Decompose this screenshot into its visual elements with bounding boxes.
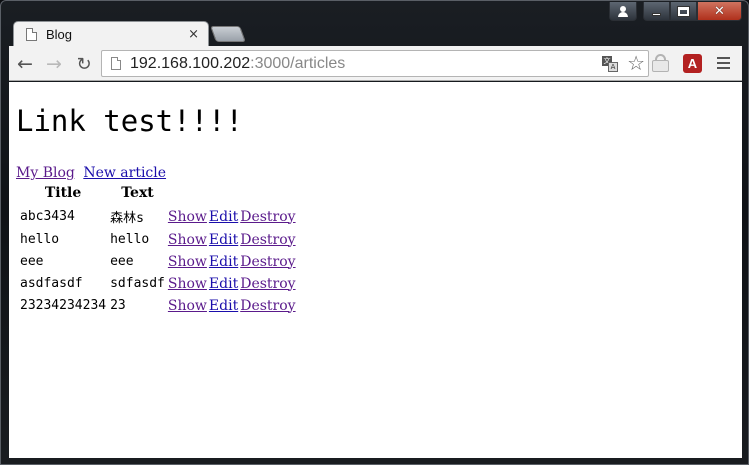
edit-link[interactable]: Edit xyxy=(209,276,238,292)
article-title-cell: eee xyxy=(20,254,44,269)
show-link[interactable]: Show xyxy=(168,254,207,270)
show-link[interactable]: Show xyxy=(168,232,207,248)
back-button[interactable]: ← xyxy=(13,52,37,76)
column-header-actions xyxy=(208,184,239,205)
star-icon[interactable]: ☆ xyxy=(627,52,645,74)
user-icon xyxy=(618,5,628,17)
table-header-row: Title Text xyxy=(18,184,297,205)
minimize-button[interactable] xyxy=(643,2,670,21)
column-header-title: Title xyxy=(44,185,82,201)
menu-icon[interactable] xyxy=(717,57,730,69)
article-title-cell: hello xyxy=(20,232,60,247)
new-tab-button[interactable] xyxy=(210,26,246,42)
articles-table: Title Text abc3434 森林s Show Edit Destroy… xyxy=(18,184,297,317)
table-row: 23234234234 23 Show Edit Destroy xyxy=(18,295,297,317)
user-button[interactable] xyxy=(609,2,637,21)
reload-button[interactable]: ↻ xyxy=(72,52,96,76)
page-title: Link test!!!! xyxy=(16,104,243,138)
article-text-cell: 森林s xyxy=(110,211,144,226)
article-text-cell: eee xyxy=(110,254,134,269)
lock-extension-icon[interactable] xyxy=(652,54,669,72)
destroy-link[interactable]: Destroy xyxy=(240,232,295,248)
table-row: asdfasdf sdfasdf Show Edit Destroy xyxy=(18,273,297,295)
maximize-icon xyxy=(677,5,690,17)
url-host: 192.168.100.202 xyxy=(130,54,251,72)
destroy-link[interactable]: Destroy xyxy=(240,254,295,270)
table-row: abc3434 森林s Show Edit Destroy xyxy=(18,205,297,229)
tab-title: Blog xyxy=(46,27,73,42)
browser-window: ✕ Blog × ← → ↻ 192.168.100.202:3000/arti… xyxy=(0,0,749,465)
tab-blog[interactable]: Blog × xyxy=(13,21,209,47)
tab-close-icon[interactable]: × xyxy=(188,27,199,42)
page-content: Link test!!!! My Blog New article Title … xyxy=(9,82,742,458)
destroy-link[interactable]: Destroy xyxy=(240,209,295,225)
article-text-cell: 23 xyxy=(110,298,126,313)
new-article-link[interactable]: New article xyxy=(83,165,166,181)
show-link[interactable]: Show xyxy=(168,276,207,292)
edit-link[interactable]: Edit xyxy=(209,232,238,248)
window-caption-buttons: ✕ xyxy=(609,2,742,22)
article-title-cell: asdfasdf xyxy=(20,276,83,291)
destroy-link[interactable]: Destroy xyxy=(240,276,295,292)
article-title-cell: abc3434 xyxy=(20,209,75,224)
show-link[interactable]: Show xyxy=(168,298,207,314)
article-text-cell: sdfasdf xyxy=(110,276,165,291)
page-icon xyxy=(26,28,37,41)
edit-link[interactable]: Edit xyxy=(209,298,238,314)
my-blog-link[interactable]: My Blog xyxy=(16,165,75,181)
table-row: hello hello Show Edit Destroy xyxy=(18,229,297,251)
column-header-actions xyxy=(239,184,296,205)
translate-icon[interactable]: 文A xyxy=(602,56,618,72)
page-icon xyxy=(111,57,121,70)
column-header-text: Text xyxy=(121,185,154,201)
close-window-button[interactable]: ✕ xyxy=(697,2,742,21)
show-link[interactable]: Show xyxy=(168,209,207,225)
article-title-cell: 23234234234 xyxy=(20,298,107,313)
acrobat-extension-icon[interactable]: A xyxy=(683,54,702,73)
column-header-actions xyxy=(167,184,208,205)
destroy-link[interactable]: Destroy xyxy=(240,298,295,314)
url-path: :3000/articles xyxy=(250,54,346,72)
table-row: eee eee Show Edit Destroy xyxy=(18,251,297,273)
url-text[interactable]: 192.168.100.202:3000/articles xyxy=(130,55,345,73)
address-bar[interactable]: 192.168.100.202:3000/articles 文A ☆ xyxy=(101,50,649,77)
minimize-icon xyxy=(652,12,661,16)
article-text-cell: hello xyxy=(110,232,150,247)
close-icon: ✕ xyxy=(714,3,725,19)
page-nav: My Blog New article xyxy=(16,165,170,181)
browser-toolbar: ← → ↻ 192.168.100.202:3000/articles 文A ☆… xyxy=(9,46,742,81)
edit-link[interactable]: Edit xyxy=(209,209,238,225)
forward-button[interactable]: → xyxy=(42,52,66,76)
edit-link[interactable]: Edit xyxy=(209,254,238,270)
maximize-button[interactable] xyxy=(670,2,697,21)
